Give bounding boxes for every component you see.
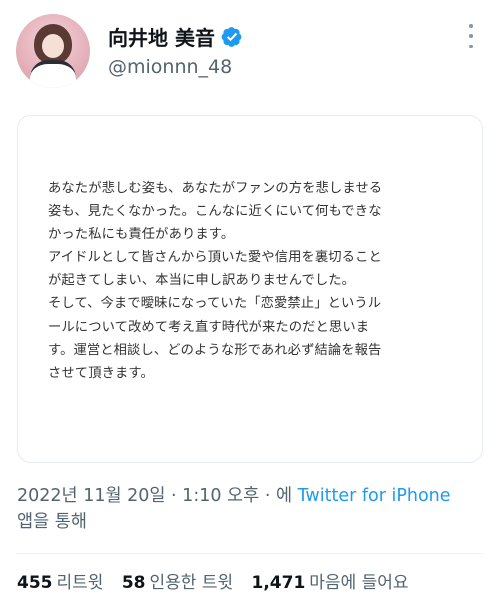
tweet-timestamp[interactable]: 2022년 11월 20일 · 1:10 오후 (17, 486, 259, 506)
tweet-stats: 455 리트윗 58 인용한 트윗 1,471 마음에 들어요 (17, 568, 422, 593)
verified-badge-icon (221, 26, 243, 48)
statement-line: す。運営と相談し、どのような形であれ必ず結論を報告 (48, 342, 382, 358)
via-suffix: 앱을 통해 (17, 512, 87, 532)
likes-label[interactable]: 마음에 들어요 (309, 573, 408, 593)
statement-line: させて頂きます。 (48, 365, 154, 381)
avatar-outfit (30, 60, 76, 88)
via-prefix: · 에 (264, 486, 298, 506)
statement-line: 姿も、見たくなかった。こんなに近くにいて何もできな (48, 204, 382, 220)
retweets-label[interactable]: 리트윗 (57, 573, 104, 593)
avatar-face (42, 34, 64, 58)
attached-image[interactable]: あなたが悲しむ姿も、あなたがファンの方を悲しませる 姿も、見たくなかった。こんな… (17, 115, 483, 463)
statement-line: アイドルとして皆さんから頂いた愛や信用を裏切ること (48, 250, 382, 266)
likes-count[interactable]: 1,471 (252, 573, 306, 593)
statement-line: ールについて改めて考え直す時代が来たのだと思いま (48, 319, 370, 335)
statement-line: が起きてしまい、本当に申し訳ありませんでした。 (48, 273, 356, 289)
tweet-meta: 2022년 11월 20일 · 1:10 오후 · 에 Twitter for … (17, 483, 487, 535)
statement-line: かった私にも責任があります。 (48, 227, 235, 243)
quotes-label[interactable]: 인용한 트윗 (150, 573, 234, 593)
source-link[interactable]: Twitter for iPhone (298, 486, 451, 506)
name-row: 向井地 美音 (108, 22, 243, 50)
quotes-count[interactable]: 58 (122, 573, 146, 593)
statement-line: そして、今まで曖昧になっていた「恋愛禁止」というル (48, 296, 382, 312)
avatar[interactable] (16, 14, 90, 88)
display-name[interactable]: 向井地 美音 (108, 22, 215, 51)
tweet-header: 向井地 美音 @mionnn_48 (0, 0, 500, 100)
more-dots-icon[interactable] (463, 24, 479, 48)
statement-line: あなたが悲しむ姿も、あなたがファンの方を悲しませる (48, 181, 383, 196)
image-statement-text: あなたが悲しむ姿も、あなたがファンの方を悲しませる 姿も、見たくなかった。こんな… (48, 177, 458, 385)
user-handle[interactable]: @mionnn_48 (108, 56, 232, 78)
divider (16, 553, 484, 554)
retweets-count[interactable]: 455 (17, 573, 53, 593)
